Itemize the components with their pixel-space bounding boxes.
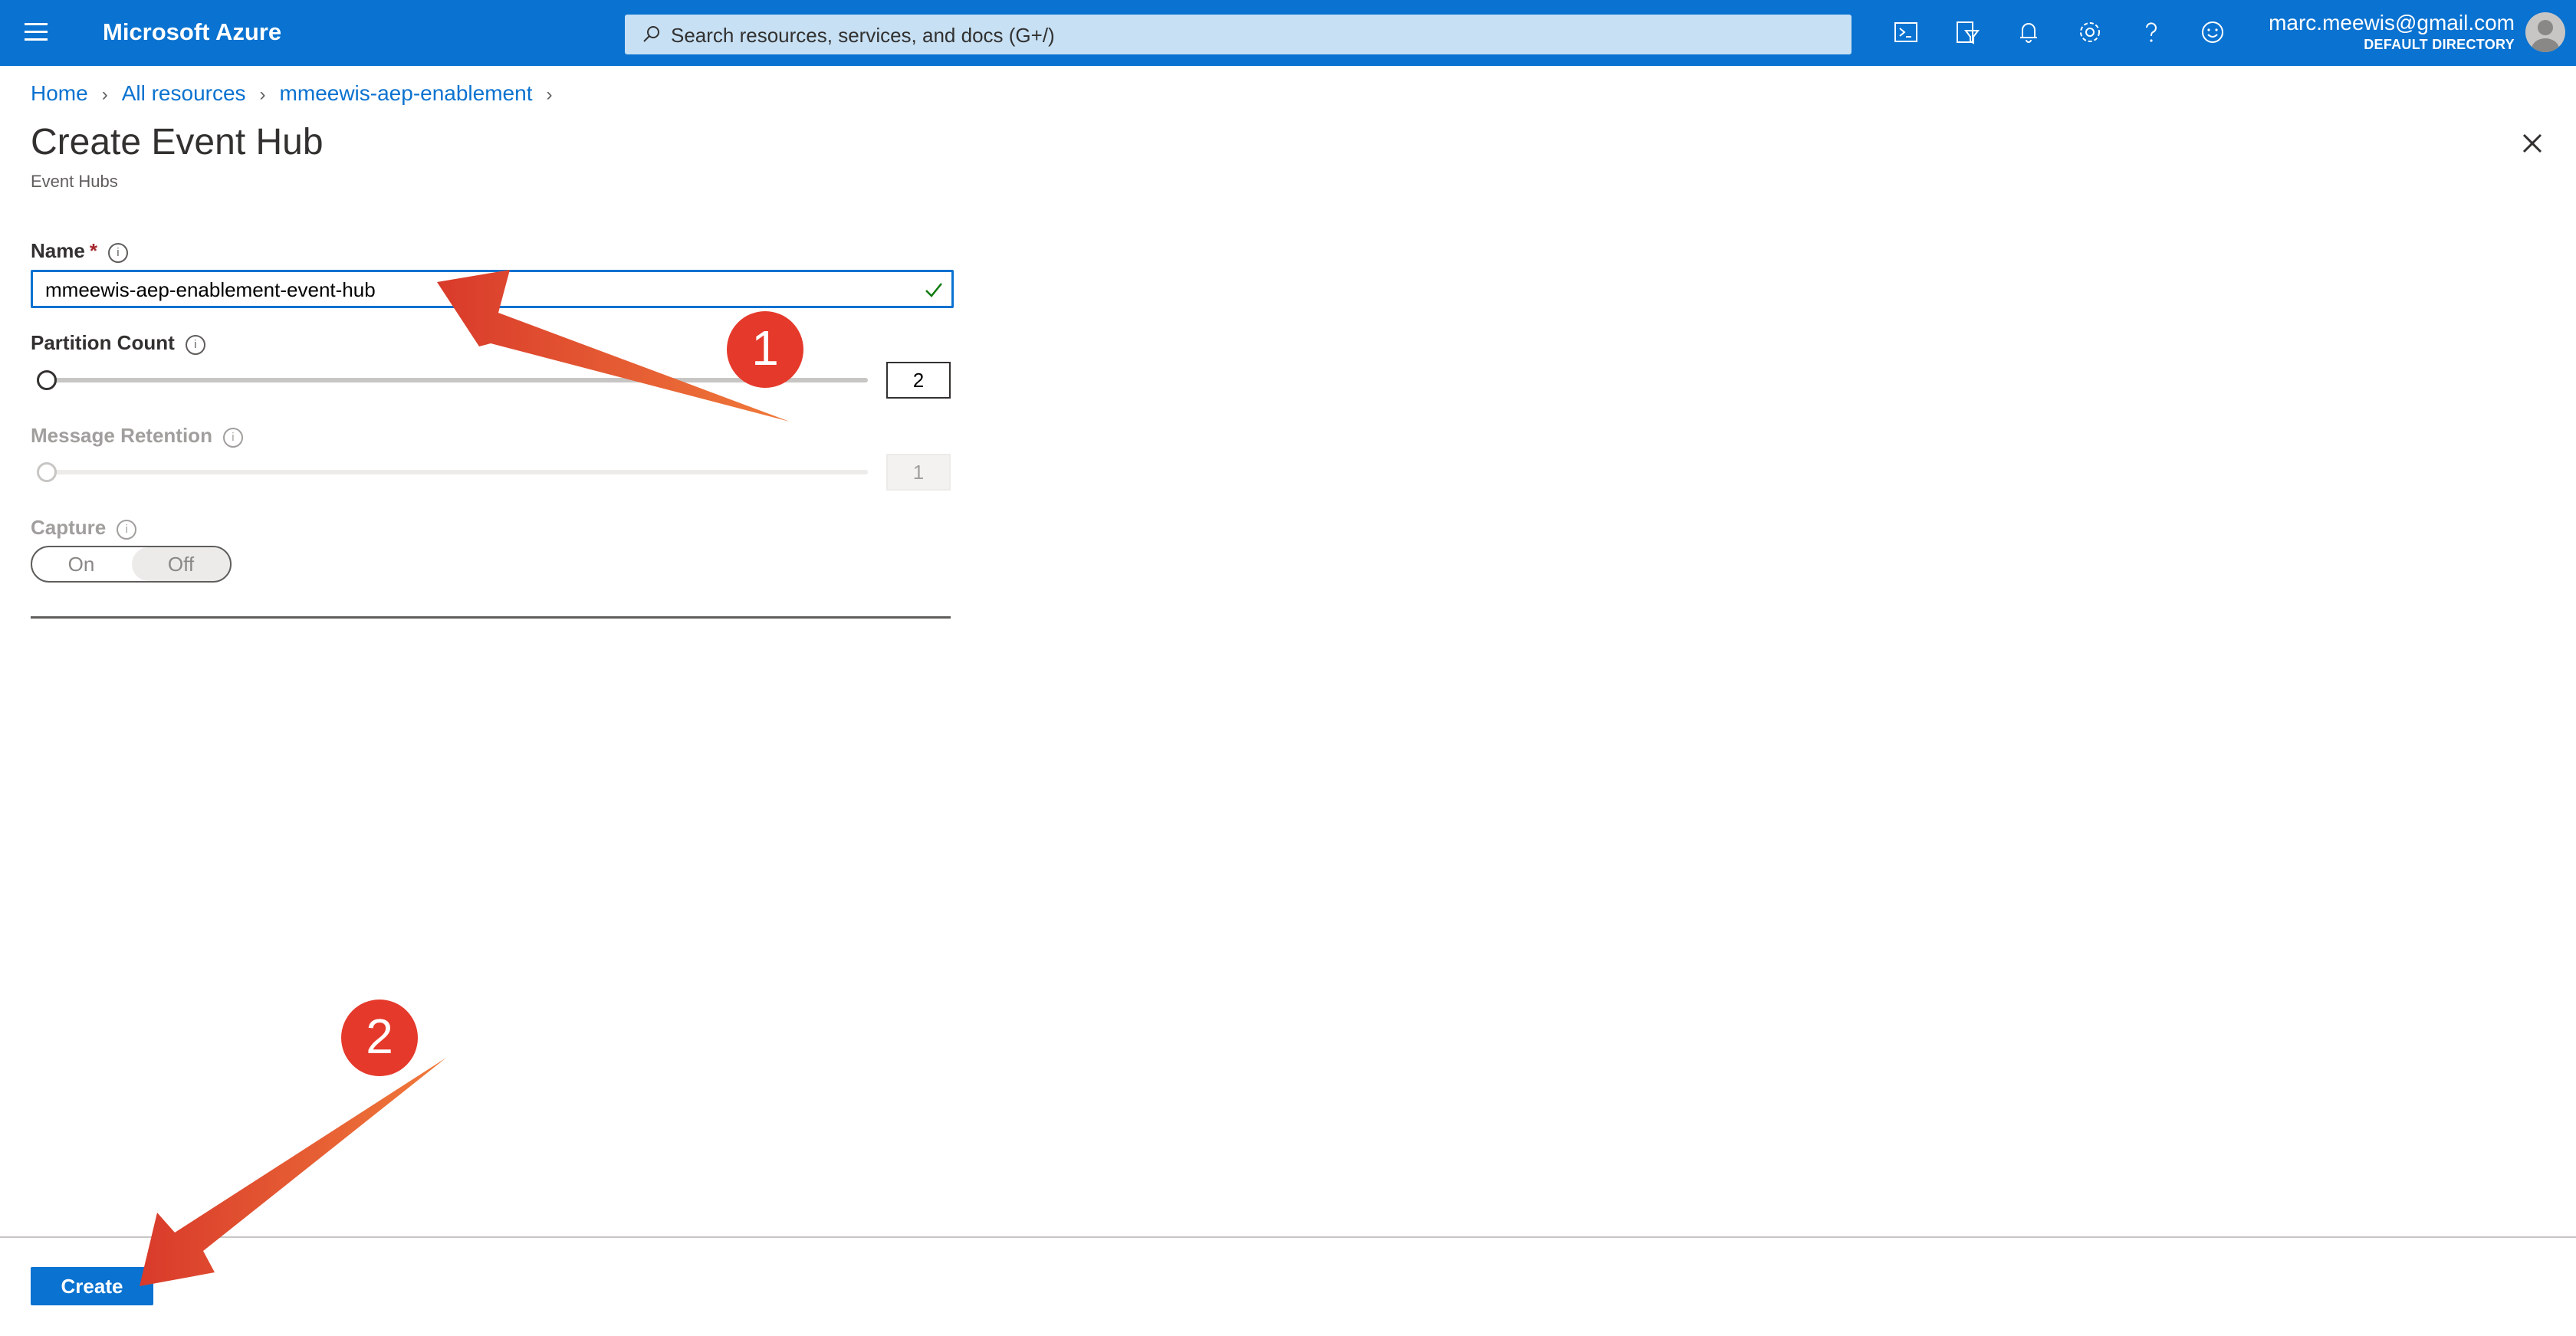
divider — [31, 616, 951, 619]
footer-divider — [0, 1236, 2576, 1238]
chevron-right-icon: › — [101, 84, 108, 105]
step-badge-1-text: 1 — [751, 320, 779, 376]
create-button[interactable]: Create — [31, 1267, 153, 1305]
chevron-right-icon: › — [259, 84, 266, 105]
notifications-icon[interactable] — [2013, 17, 2044, 48]
avatar[interactable] — [2525, 12, 2565, 52]
info-icon[interactable]: i — [222, 428, 243, 448]
partition-count-slider-thumb[interactable] — [37, 370, 57, 390]
message-retention-input: 1 — [886, 454, 951, 491]
search-icon — [643, 26, 659, 42]
help-icon[interactable] — [2136, 17, 2167, 48]
user-icon — [2532, 20, 2559, 52]
message-retention-slider-thumb — [37, 462, 57, 482]
close-icon[interactable] — [2519, 130, 2545, 156]
account-email: marc.meewis@gmail.com — [2269, 11, 2515, 34]
breadcrumb-all-resources[interactable]: All resources — [122, 81, 246, 105]
chevron-right-icon: › — [546, 84, 553, 105]
name-label: Name * i — [31, 239, 128, 263]
annotation-layer: 1 2 — [140, 270, 803, 1286]
step-badge-2-text: 2 — [366, 1009, 393, 1064]
feedback-icon[interactable] — [2197, 17, 2228, 48]
name-label-text: Name — [31, 239, 85, 262]
info-icon[interactable]: i — [107, 243, 128, 263]
account-directory: DEFAULT DIRECTORY — [2364, 37, 2515, 52]
arrow-icon — [140, 1058, 446, 1286]
name-value: mmeewis-aep-enablement-event-hub — [45, 278, 376, 301]
account-menu[interactable]: marc.meewis@gmail.com DEFAULT DIRECTORY — [2269, 11, 2515, 53]
breadcrumb: Home › All resources › mmeewis-aep-enablemen… — [31, 81, 566, 106]
partition-count-label-text: Partition Count — [31, 331, 175, 354]
required-mark: * — [89, 239, 97, 262]
capture-toggle[interactable]: On Off — [31, 546, 232, 583]
step-badge-2 — [341, 1000, 418, 1076]
message-retention-label-text: Message Retention — [31, 424, 212, 447]
capture-label-text: Capture — [31, 516, 107, 539]
page-title: Create Event Hub — [31, 122, 324, 162]
search-input[interactable]: Search resources, services, and docs (G+… — [625, 15, 1852, 54]
breadcrumb-namespace[interactable]: mmeewis-aep-enablement — [280, 81, 533, 105]
name-field[interactable]: mmeewis-aep-enablement-event-hub — [31, 270, 954, 308]
partition-count-slider-track[interactable] — [48, 378, 868, 382]
checkmark-icon — [925, 283, 942, 297]
top-bar: Microsoft Azure Search resources, servic… — [0, 0, 2576, 66]
partition-count-input[interactable]: 2 — [886, 362, 951, 399]
search-placeholder: Search resources, services, and docs (G+… — [671, 24, 1055, 47]
message-retention-slider-track — [48, 470, 868, 474]
brand-title[interactable]: Microsoft Azure — [103, 18, 281, 46]
menu-icon[interactable] — [25, 23, 48, 43]
message-retention-label: Message Retention i — [31, 424, 243, 448]
step-badge-1 — [727, 311, 803, 388]
breadcrumb-home[interactable]: Home — [31, 81, 88, 105]
info-icon[interactable]: i — [185, 335, 205, 355]
cloud-shell-icon[interactable] — [1891, 17, 1921, 48]
capture-off-option[interactable]: Off — [132, 547, 230, 581]
partition-count-label: Partition Count i — [31, 331, 205, 355]
info-icon[interactable]: i — [117, 520, 137, 540]
settings-icon[interactable] — [2075, 17, 2105, 48]
directory-filter-icon[interactable] — [1952, 17, 1983, 48]
capture-on-option[interactable]: On — [32, 547, 130, 581]
capture-label: Capture i — [31, 516, 137, 540]
page-subtitle: Event Hubs — [31, 172, 118, 191]
